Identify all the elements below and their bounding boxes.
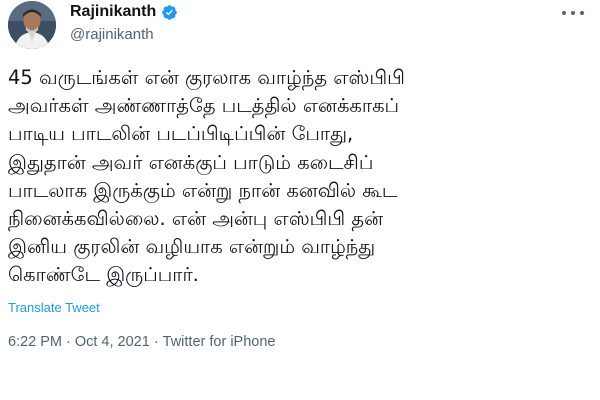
avatar[interactable] <box>8 1 56 49</box>
tweet-time[interactable]: 6:22 PM <box>8 334 62 350</box>
tweet-text-line: அவர்கள் அண்ணாத்தே படத்தில் எனக்காகப் <box>8 94 400 118</box>
meta-separator: · <box>66 334 71 350</box>
meta-separator: · <box>153 334 159 350</box>
tweet-text-line: 45 வருடங்கள் என் குரலாக வாழ்ந்த எஸ்பிபி <box>8 66 405 89</box>
tweet-text-line: இதுதான் அவர் எனக்குப் பாடும் கடைசிப் <box>8 150 374 174</box>
tweet-card: Rajinikanth @rajinikanth 45 வருடங்கள் என… <box>0 0 600 400</box>
author-handle[interactable]: @rajinikanth <box>70 26 154 43</box>
tweet-text-line: பாடிய பாடலின் படப்பிடிப்பின் போது, <box>8 122 354 146</box>
more-dot <box>571 11 575 15</box>
display-name[interactable]: Rajinikanth <box>70 3 156 21</box>
tweet-metadata: 6:22 PM · Oct 4, 2021 · Twitter for iPho… <box>8 334 275 350</box>
tweet-source[interactable]: Twitter for iPhone <box>163 334 276 350</box>
author-name-row[interactable]: Rajinikanth <box>70 3 178 21</box>
tweet-date[interactable]: Oct 4, 2021 <box>75 334 150 350</box>
translate-tweet-link[interactable]: Translate Tweet <box>8 300 100 315</box>
tweet-text-line: இனிய குரலின் வழியாக என்றும் வாழ்ந்து <box>8 235 376 259</box>
more-options-icon[interactable] <box>562 6 584 20</box>
avatar-image <box>8 1 56 49</box>
verified-badge-icon <box>162 4 177 20</box>
tweet-text-line: பாடலாக இருக்கும் என்று நான் கனவில் கூட <box>8 178 398 202</box>
tweet-text-line: நினைக்கவில்லை. என் அன்பு எஸ்பிபி தன் <box>8 207 384 231</box>
more-dot <box>562 11 566 15</box>
more-dot <box>580 11 584 15</box>
tweet-text: 45 வருடங்கள் என் குரலாக வாழ்ந்த எஸ்பிபி … <box>8 64 588 290</box>
tweet-text-line: கொண்டே இருப்பார். <box>8 263 199 287</box>
